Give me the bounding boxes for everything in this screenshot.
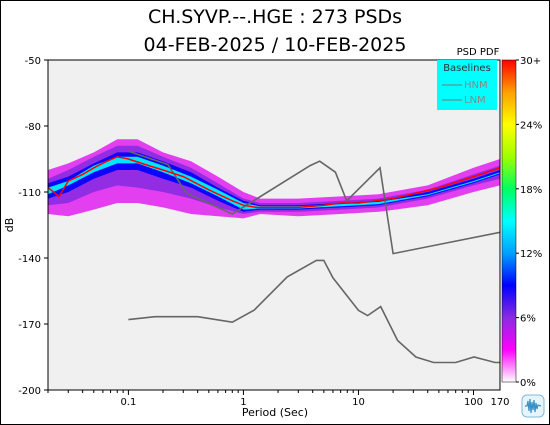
y-tick-label: -200 (18, 386, 41, 397)
colorbar-title: PSD PDF (457, 47, 500, 58)
legend: Baselines HNM LNM (437, 60, 497, 110)
y-tick-label: -140 (18, 254, 41, 265)
y-tick-label: -170 (18, 320, 41, 331)
legend-item-hnm: HNM (464, 80, 488, 91)
plot-area (48, 60, 500, 390)
x-tick-label: 10 (352, 397, 365, 408)
y-tick-label: -110 (18, 188, 41, 199)
colorbar-tick-label: 30+ (520, 56, 541, 67)
x-tick-label: 100 (464, 397, 483, 408)
colorbar-tick-label: 0% (520, 378, 536, 389)
x-axis-label: Period (Sec) (242, 406, 308, 419)
colorbar-tick-label: 12% (520, 249, 542, 260)
waveform-logo-icon (521, 394, 545, 418)
x-tick-label: 0.1 (120, 397, 136, 408)
legend-title: Baselines (443, 63, 491, 74)
x-tick-label: 170 (490, 397, 509, 408)
psd-pdf-chart: -50-80-110-140-170-2000.1 1 10 100 170 Perio… (3, 47, 542, 419)
colorbar-tick-label: 24% (520, 120, 542, 131)
colorbar-gradient (501, 59, 517, 383)
colorbar-tick-label: 6% (520, 314, 536, 325)
colorbar-tick-label: 18% (520, 185, 542, 196)
y-tick-label: -80 (25, 122, 41, 133)
legend-item-lnm: LNM (464, 95, 486, 106)
y-axis-label: dB (3, 218, 16, 233)
y-tick-label: -50 (25, 56, 41, 67)
